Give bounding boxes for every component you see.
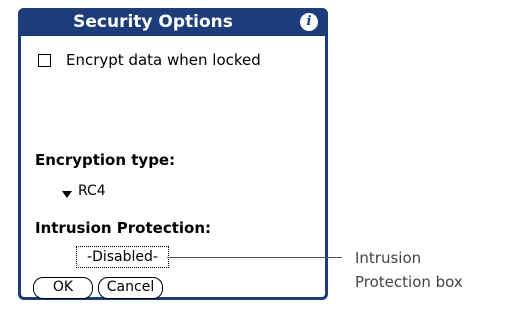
encryption-type-value[interactable]: RC4 — [78, 183, 106, 199]
callout-leader-line — [167, 257, 342, 258]
ok-button[interactable]: OK — [33, 277, 93, 299]
dialog-title: Security Options — [73, 12, 233, 32]
info-icon[interactable]: i — [300, 13, 318, 31]
callout-line-2: Protection box — [355, 273, 463, 291]
title-bar: Security Options i — [18, 8, 328, 36]
callout-line-1: Intrusion — [355, 249, 422, 267]
encryption-type-label: Encryption type: — [35, 151, 176, 169]
intrusion-protection-label: Intrusion Protection: — [35, 219, 212, 237]
callout-annotation: Intrusion Protection box — [355, 246, 505, 294]
encrypt-checkbox[interactable] — [38, 54, 51, 67]
cancel-button[interactable]: Cancel — [98, 277, 163, 299]
intrusion-protection-box[interactable]: -Disabled- — [76, 246, 169, 268]
dropdown-triangle-icon[interactable] — [62, 191, 72, 198]
encrypt-checkbox-label[interactable]: Encrypt data when locked — [66, 51, 261, 69]
